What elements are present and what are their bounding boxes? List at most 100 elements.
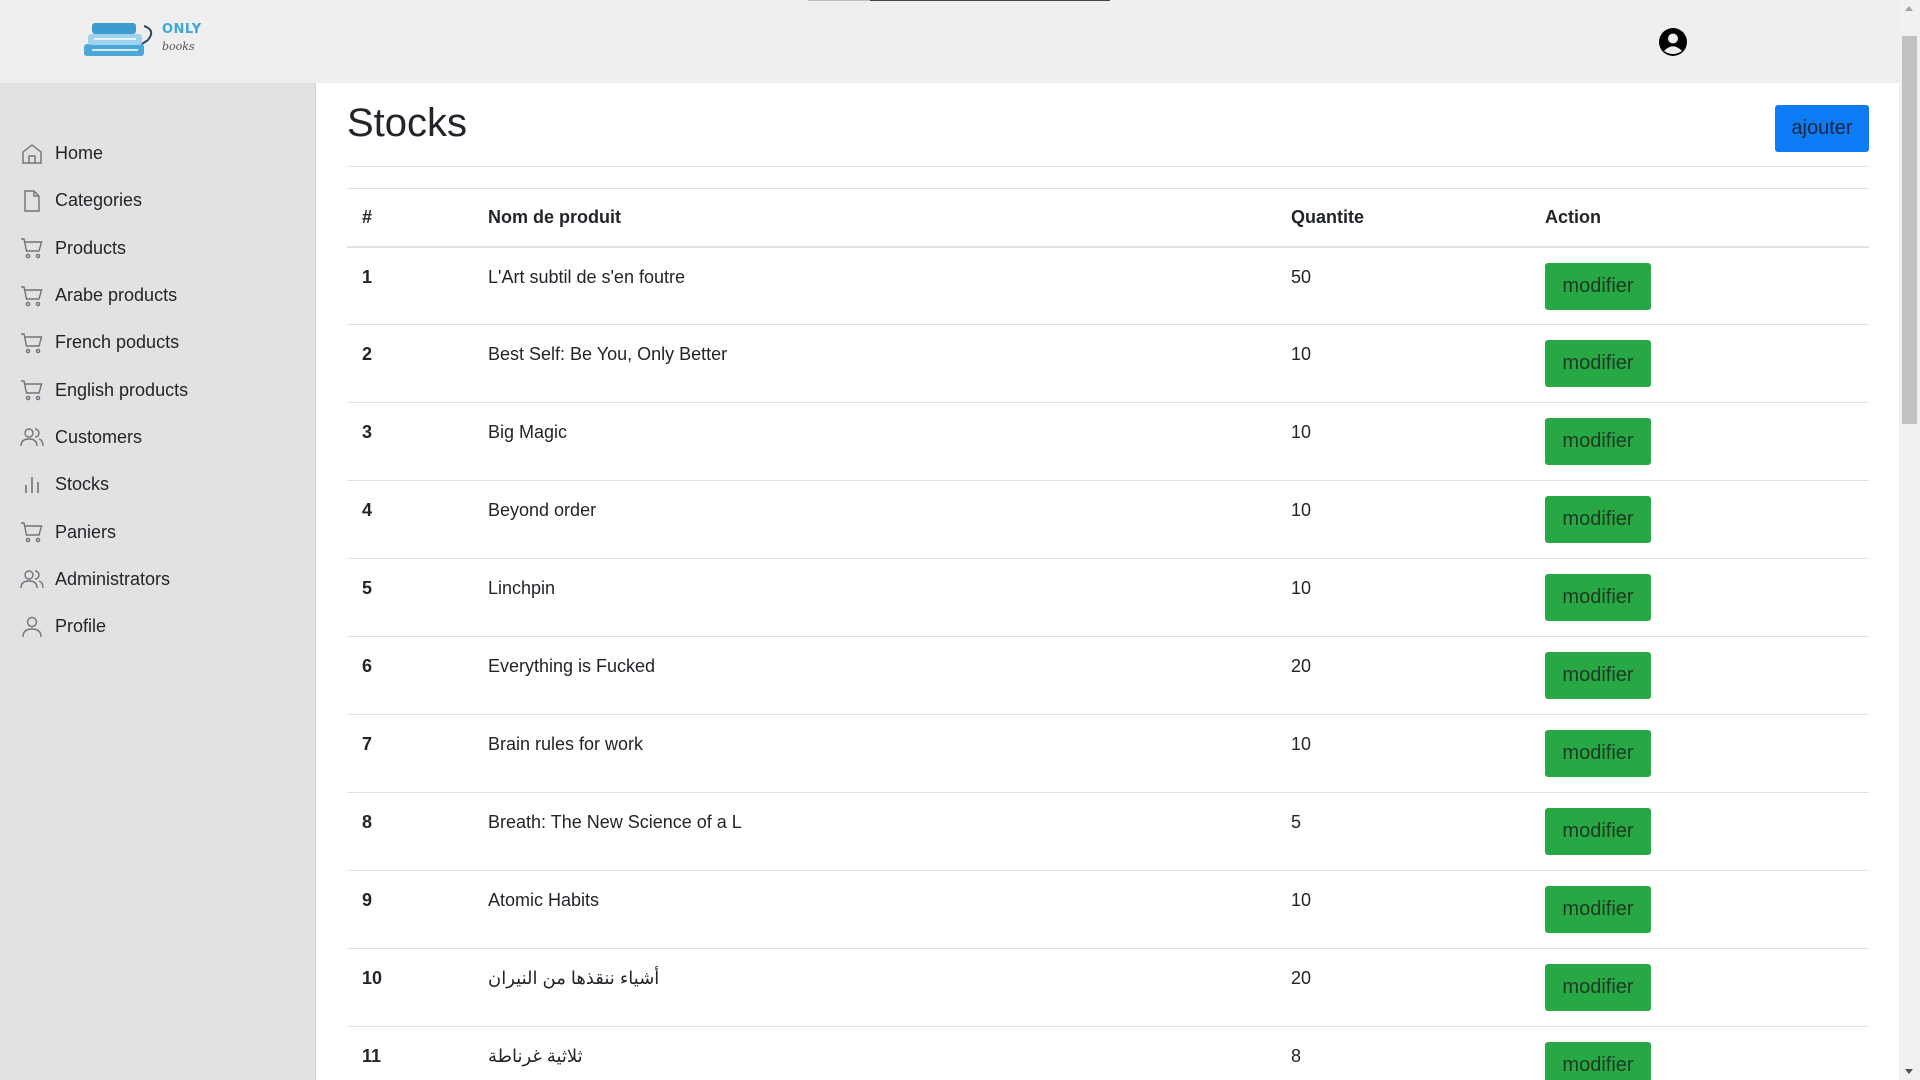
modify-button[interactable]: modifier: [1545, 418, 1651, 465]
modify-button[interactable]: modifier: [1545, 1042, 1651, 1080]
quantity: 20: [1276, 948, 1530, 1027]
row-number: 11: [347, 1026, 473, 1080]
action-cell: modifier: [1530, 636, 1869, 715]
modify-button[interactable]: modifier: [1545, 262, 1651, 310]
action-cell: modifier: [1530, 324, 1869, 403]
quantity: 50: [1276, 246, 1530, 325]
stocks-table: # Nom de produit Quantite Action 1 L'Art…: [347, 188, 1869, 1080]
sidebar-item-french-products[interactable]: French poducts: [0, 319, 316, 366]
cart-icon: [20, 520, 44, 544]
cart-icon: [20, 236, 44, 260]
table-row: 3 Big Magic 10 modifier: [347, 402, 1869, 481]
row-number: 3: [347, 402, 473, 481]
sidebar-item-label: English products: [55, 379, 189, 400]
column-header-number: #: [347, 188, 473, 248]
logo[interactable]: ONLY books: [82, 20, 201, 62]
page-scrollbar[interactable]: [1899, 0, 1920, 1080]
sidebar-item-stocks[interactable]: Stocks: [0, 461, 316, 508]
action-cell: modifier: [1530, 402, 1869, 481]
sidebar-item-label: Stocks: [55, 474, 110, 495]
users-icon: [20, 425, 44, 449]
action-cell: modifier: [1530, 792, 1869, 871]
column-header-quantity: Quantite: [1276, 188, 1530, 248]
action-cell: modifier: [1530, 480, 1869, 559]
sidebar-item-products[interactable]: Products: [0, 225, 316, 272]
loading-bar-track: [808, 0, 870, 1]
table-row: 4 Beyond order 10 modifier: [347, 480, 1869, 559]
sidebar-item-customers[interactable]: Customers: [0, 414, 316, 461]
quantity: 10: [1276, 324, 1530, 403]
column-header-action: Action: [1530, 188, 1869, 248]
modify-button[interactable]: modifier: [1545, 964, 1651, 1011]
books-logo-icon: [84, 23, 153, 56]
sidebar-item-label: Products: [55, 237, 127, 258]
product-name: ثلاثية غرناطة: [473, 1026, 1276, 1080]
sidebar-item-home[interactable]: Home: [0, 130, 316, 177]
modify-button[interactable]: modifier: [1545, 340, 1651, 387]
action-cell: modifier: [1530, 870, 1869, 949]
cart-icon: [20, 331, 44, 355]
sidebar-item-english-products[interactable]: English products: [0, 366, 316, 413]
sidebar-item-categories[interactable]: Categories: [0, 177, 316, 224]
table-row: 7 Brain rules for work 10 modifier: [347, 714, 1869, 793]
table-row: 1 L'Art subtil de s'en foutre 50 modifie…: [347, 246, 1869, 325]
sidebar-item-profile[interactable]: Profile: [0, 603, 316, 650]
modify-button[interactable]: modifier: [1545, 886, 1651, 933]
user-circle-icon[interactable]: [1658, 27, 1688, 57]
app: ONLY books Home Categories Products Arab…: [0, 0, 1920, 1080]
action-cell: modifier: [1530, 1026, 1869, 1080]
cart-icon: [20, 284, 44, 308]
add-stock-button[interactable]: ajouter: [1775, 105, 1869, 152]
modify-button[interactable]: modifier: [1545, 730, 1651, 777]
row-number: 9: [347, 870, 473, 949]
product-name: Atomic Habits: [473, 870, 1276, 949]
sidebar-item-administrators[interactable]: Administrators: [0, 556, 316, 603]
modify-button[interactable]: modifier: [1545, 496, 1651, 543]
product-name: Everything is Fucked: [473, 636, 1276, 715]
sidebar-item-label: Customers: [55, 426, 143, 447]
sidebar: Home Categories Products Arabe products: [0, 83, 316, 1080]
product-name-text: أشياء ننقذها من النيران: [488, 968, 660, 988]
logo-subtext: books: [162, 40, 195, 53]
scroll-down-arrow-icon[interactable]: [1905, 1069, 1913, 1074]
table-row: 6 Everything is Fucked 20 modifier: [347, 636, 1869, 715]
row-number: 2: [347, 324, 473, 403]
file-icon: [20, 189, 44, 213]
row-number: 6: [347, 636, 473, 715]
quantity: 10: [1276, 714, 1530, 793]
modify-button[interactable]: modifier: [1545, 808, 1651, 855]
page-title: Stocks: [347, 101, 468, 145]
row-number: 1: [347, 246, 473, 325]
product-name: Big Magic: [473, 402, 1276, 481]
product-name-text: ثلاثية غرناطة: [488, 1046, 583, 1066]
users-icon: [20, 567, 44, 591]
quantity: 10: [1276, 558, 1530, 637]
loading-bar: [870, 0, 1110, 1]
scroll-up-arrow-icon[interactable]: [1905, 6, 1913, 11]
product-name: Best Self: Be You, Only Better: [473, 324, 1276, 403]
modify-button[interactable]: modifier: [1545, 574, 1651, 621]
quantity: 10: [1276, 480, 1530, 559]
home-icon: [20, 142, 44, 166]
cart-icon: [20, 378, 44, 402]
quantity: 20: [1276, 636, 1530, 715]
sidebar-item-paniers[interactable]: Paniers: [0, 508, 316, 555]
bar-chart-icon: [20, 473, 44, 497]
sidebar-item-label: Categories: [55, 190, 143, 211]
product-name: أشياء ننقذها من النيران: [473, 948, 1276, 1027]
scrollbar-thumb[interactable]: [1902, 36, 1917, 424]
sidebar-item-label: French poducts: [55, 332, 180, 353]
product-name: Breath: The New Science of a L: [473, 792, 1276, 871]
quantity: 5: [1276, 792, 1530, 871]
column-header-product-name: Nom de produit: [473, 188, 1276, 248]
top-bar: ONLY books: [0, 0, 1899, 83]
table-row: 11 ثلاثية غرناطة 8 modifier: [347, 1026, 1869, 1080]
table-row: 9 Atomic Habits 10 modifier: [347, 870, 1869, 949]
modify-button[interactable]: modifier: [1545, 652, 1651, 699]
title-divider: [347, 166, 1869, 167]
sidebar-item-label: Administrators: [55, 568, 171, 589]
product-name: L'Art subtil de s'en foutre: [473, 246, 1276, 325]
sidebar-item-arabe-products[interactable]: Arabe products: [0, 272, 316, 319]
row-number: 4: [347, 480, 473, 559]
product-name: Beyond order: [473, 480, 1276, 559]
